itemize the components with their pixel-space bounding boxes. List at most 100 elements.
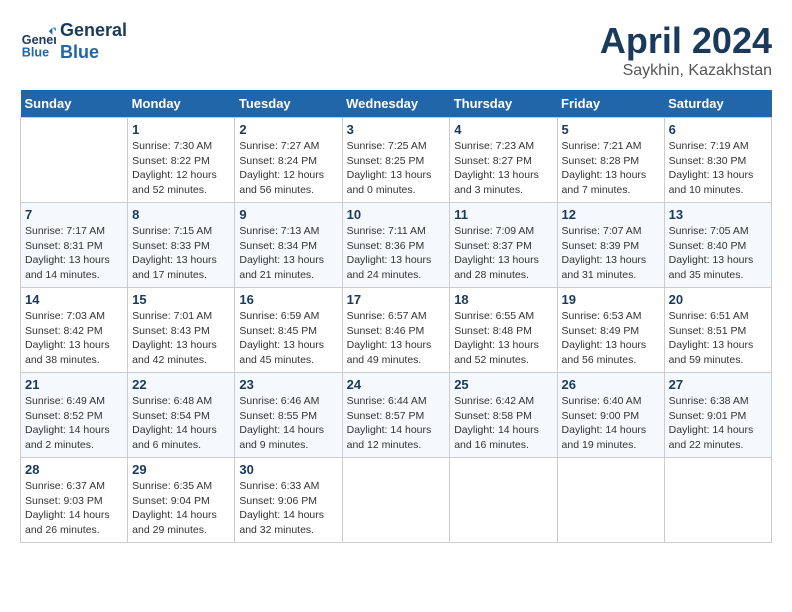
calendar-cell [664,458,771,543]
cell-info: Sunrise: 7:19 AM Sunset: 8:30 PM Dayligh… [669,139,767,198]
calendar-table: SundayMondayTuesdayWednesdayThursdayFrid… [20,90,772,543]
day-number: 19 [562,292,660,307]
day-number: 11 [454,207,552,222]
calendar-cell: 28 Sunrise: 6:37 AM Sunset: 9:03 PM Dayli… [21,458,128,543]
calendar-cell: 5Sunrise: 7:21 AM Sunset: 8:28 PM Daylig… [557,118,664,203]
day-number: 22 [132,377,230,392]
day-number: 10 [347,207,446,222]
calendar-cell: 29 Sunrise: 6:35 AM Sunset: 9:04 PM Dayli… [128,458,235,543]
cell-info: Sunrise: 7:15 AM Sunset: 8:33 PM Dayligh… [132,224,230,283]
day-number: 5 [562,122,660,137]
logo-text-line2: Blue [60,42,127,64]
calendar-week-row: 14 Sunrise: 7:03 AM Sunset: 8:42 PM Dayli… [21,288,772,373]
cell-info: Sunrise: 6:46 AM Sunset: 8:55 PM Dayligh… [239,394,337,453]
cell-info: Sunrise: 6:59 AM Sunset: 8:45 PM Dayligh… [239,309,337,368]
weekday-header: Monday [128,90,235,118]
day-number: 27 [669,377,767,392]
cell-info: Sunrise: 7:13 AM Sunset: 8:34 PM Dayligh… [239,224,337,283]
day-number: 18 [454,292,552,307]
cell-info: Sunrise: 6:38 AM Sunset: 9:01 PM Dayligh… [669,394,767,453]
day-number: 6 [669,122,767,137]
day-number: 15 [132,292,230,307]
calendar-cell: 12Sunrise: 7:07 AM Sunset: 8:39 PM Dayli… [557,203,664,288]
calendar-cell: 23Sunrise: 6:46 AM Sunset: 8:55 PM Dayli… [235,373,342,458]
title-block: April 2024 Saykhin, Kazakhstan [600,20,772,80]
calendar-cell [342,458,450,543]
day-number: 16 [239,292,337,307]
svg-text:Blue: Blue [22,45,49,59]
weekday-header: Tuesday [235,90,342,118]
calendar-cell: 26Sunrise: 6:40 AM Sunset: 9:00 PM Dayli… [557,373,664,458]
day-number: 25 [454,377,552,392]
calendar-cell: 10Sunrise: 7:11 AM Sunset: 8:36 PM Dayli… [342,203,450,288]
month-title: April 2024 [600,20,772,62]
logo-icon: General Blue [20,24,56,60]
day-number: 21 [25,377,123,392]
calendar-cell: 24 Sunrise: 6:44 AM Sunset: 8:57 PM Dayli… [342,373,450,458]
weekday-header: Friday [557,90,664,118]
calendar-cell: 9Sunrise: 7:13 AM Sunset: 8:34 PM Daylig… [235,203,342,288]
calendar-cell: 11Sunrise: 7:09 AM Sunset: 8:37 PM Dayli… [450,203,557,288]
cell-info: Sunrise: 6:48 AM Sunset: 8:54 PM Dayligh… [132,394,230,453]
calendar-cell: 15 Sunrise: 7:01 AM Sunset: 8:43 PM Dayli… [128,288,235,373]
day-number: 14 [25,292,123,307]
calendar-week-row: 21Sunrise: 6:49 AM Sunset: 8:52 PM Dayli… [21,373,772,458]
cell-info: Sunrise: 6:35 AM Sunset: 9:04 PM Dayligh… [132,479,230,538]
cell-info: Sunrise: 7:23 AM Sunset: 8:27 PM Dayligh… [454,139,552,198]
cell-info: Sunrise: 6:37 AM Sunset: 9:03 PM Dayligh… [25,479,123,538]
calendar-cell: 13 Sunrise: 7:05 AM Sunset: 8:40 PM Dayli… [664,203,771,288]
day-number: 29 [132,462,230,477]
weekday-header: Sunday [21,90,128,118]
calendar-cell: 14 Sunrise: 7:03 AM Sunset: 8:42 PM Dayli… [21,288,128,373]
day-number: 2 [239,122,337,137]
weekday-header: Thursday [450,90,557,118]
calendar-cell: 3Sunrise: 7:25 AM Sunset: 8:25 PM Daylig… [342,118,450,203]
weekday-header: Wednesday [342,90,450,118]
calendar-cell: 19 Sunrise: 6:53 AM Sunset: 8:49 PM Dayli… [557,288,664,373]
cell-info: Sunrise: 7:05 AM Sunset: 8:40 PM Dayligh… [669,224,767,283]
page-header: General Blue General Blue April 2024 Say… [20,20,772,80]
cell-info: Sunrise: 7:17 AM Sunset: 8:31 PM Dayligh… [25,224,123,283]
day-number: 13 [669,207,767,222]
cell-info: Sunrise: 7:27 AM Sunset: 8:24 PM Dayligh… [239,139,337,198]
cell-info: Sunrise: 7:01 AM Sunset: 8:43 PM Dayligh… [132,309,230,368]
calendar-header: SundayMondayTuesdayWednesdayThursdayFrid… [21,90,772,118]
day-number: 24 [347,377,446,392]
calendar-cell: 25Sunrise: 6:42 AM Sunset: 8:58 PM Dayli… [450,373,557,458]
calendar-cell: 1 Sunrise: 7:30 AM Sunset: 8:22 PM Daylig… [128,118,235,203]
day-number: 12 [562,207,660,222]
calendar-cell: 4Sunrise: 7:23 AM Sunset: 8:27 PM Daylig… [450,118,557,203]
calendar-cell: 16 Sunrise: 6:59 AM Sunset: 8:45 PM Dayli… [235,288,342,373]
cell-info: Sunrise: 7:03 AM Sunset: 8:42 PM Dayligh… [25,309,123,368]
day-number: 3 [347,122,446,137]
day-number: 8 [132,207,230,222]
calendar-cell: 7 Sunrise: 7:17 AM Sunset: 8:31 PM Daylig… [21,203,128,288]
calendar-week-row: 7 Sunrise: 7:17 AM Sunset: 8:31 PM Daylig… [21,203,772,288]
day-number: 20 [669,292,767,307]
cell-info: Sunrise: 6:57 AM Sunset: 8:46 PM Dayligh… [347,309,446,368]
location-title: Saykhin, Kazakhstan [600,62,772,80]
calendar-week-row: 28 Sunrise: 6:37 AM Sunset: 9:03 PM Dayli… [21,458,772,543]
calendar-cell: 30Sunrise: 6:33 AM Sunset: 9:06 PM Dayli… [235,458,342,543]
calendar-cell: 21Sunrise: 6:49 AM Sunset: 8:52 PM Dayli… [21,373,128,458]
logo-text-line1: General [60,20,127,42]
calendar-cell: 6 Sunrise: 7:19 AM Sunset: 8:30 PM Daylig… [664,118,771,203]
day-number: 17 [347,292,446,307]
logo: General Blue General Blue [20,20,127,63]
calendar-cell: 27 Sunrise: 6:38 AM Sunset: 9:01 PM Dayli… [664,373,771,458]
day-number: 1 [132,122,230,137]
cell-info: Sunrise: 6:33 AM Sunset: 9:06 PM Dayligh… [239,479,337,538]
cell-info: Sunrise: 6:51 AM Sunset: 8:51 PM Dayligh… [669,309,767,368]
calendar-cell: 8 Sunrise: 7:15 AM Sunset: 8:33 PM Daylig… [128,203,235,288]
cell-info: Sunrise: 7:30 AM Sunset: 8:22 PM Dayligh… [132,139,230,198]
calendar-cell [21,118,128,203]
calendar-cell: 17 Sunrise: 6:57 AM Sunset: 8:46 PM Dayli… [342,288,450,373]
weekday-header: Saturday [664,90,771,118]
calendar-cell: 18Sunrise: 6:55 AM Sunset: 8:48 PM Dayli… [450,288,557,373]
cell-info: Sunrise: 6:44 AM Sunset: 8:57 PM Dayligh… [347,394,446,453]
cell-info: Sunrise: 6:53 AM Sunset: 8:49 PM Dayligh… [562,309,660,368]
calendar-cell [450,458,557,543]
cell-info: Sunrise: 6:40 AM Sunset: 9:00 PM Dayligh… [562,394,660,453]
day-number: 7 [25,207,123,222]
day-number: 28 [25,462,123,477]
